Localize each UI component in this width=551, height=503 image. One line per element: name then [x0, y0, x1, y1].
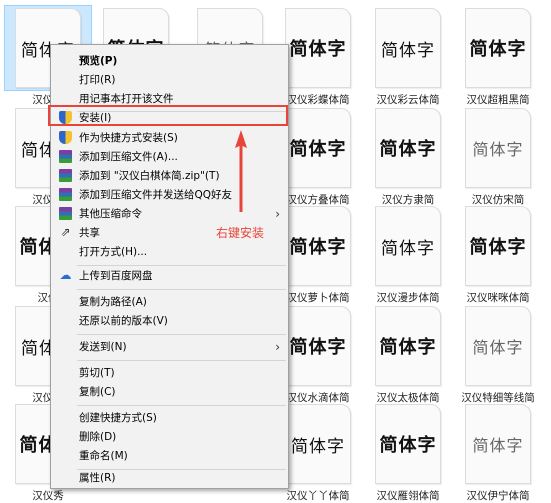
font-preview-thumbnail: 简体字 [465, 8, 531, 88]
chevron-right-icon: › [275, 207, 280, 221]
font-file-tile[interactable]: 简体字 汉仪漫步体简 [365, 204, 451, 305]
menu-item-cut[interactable]: 剪切(T) [51, 363, 288, 383]
font-preview-thumbnail: 简体字 [285, 206, 351, 286]
font-file-tile[interactable]: 简体字 汉仪雁翎体简 [365, 402, 451, 503]
menu-item-add-archive[interactable]: 添加到压缩文件(A)... [51, 147, 288, 167]
file-name: 汉仪秀 [32, 490, 64, 502]
annotation-arrow-icon [235, 130, 247, 212]
menu-item-install-shortcut[interactable]: 作为快捷方式安装(S) [51, 128, 288, 148]
font-preview-thumbnail: 简体字 [465, 206, 531, 286]
menu-item-print[interactable]: 打印(R) [51, 70, 288, 90]
install-highlight-box [48, 105, 288, 126]
file-name: 汉仪伊宁体简 [466, 490, 530, 502]
font-preview-thumbnail: 简体字 [285, 8, 351, 88]
share-icon: ⇗ [60, 225, 71, 239]
font-preview-thumbnail: 简体字 [465, 404, 531, 484]
menu-item-copy-path[interactable]: 复制为路径(A) [51, 292, 288, 312]
font-preview-thumbnail: 简体字 [465, 108, 531, 188]
font-file-tile[interactable]: 简体字 汉仪咪咪体简 [455, 204, 541, 305]
menu-item-add-zip[interactable]: 添加到 "汉仪白棋体简.zip"(T) [51, 166, 288, 186]
winrar-icon [59, 150, 72, 163]
menu-separator [77, 334, 286, 335]
menu-item-add-send-qq[interactable]: 添加到压缩文件并发送给QQ好友 [51, 185, 288, 205]
font-preview-thumbnail: 简体字 [375, 206, 441, 286]
menu-item-copy[interactable]: 复制(C) [51, 382, 288, 402]
menu-item-baidu-upload[interactable]: ☁ 上传到百度网盘 [51, 266, 288, 286]
winrar-icon [59, 169, 72, 182]
font-preview-thumbnail: 简体字 [375, 404, 441, 484]
font-file-tile[interactable]: 简体字 汉仪仿宋简 [455, 106, 541, 207]
menu-item-preview[interactable]: 预览(P) [51, 51, 288, 71]
file-name: 汉仪雁翎体简 [376, 490, 440, 502]
font-file-tile[interactable]: 简体字 汉仪特细等线简 [455, 304, 541, 405]
font-file-tile[interactable]: 简体字 汉仪伊宁体简 [455, 402, 541, 503]
file-name: 汉仪超粗黑简 [466, 94, 530, 106]
menu-item-delete[interactable]: 删除(D) [51, 427, 288, 447]
font-file-tile[interactable]: 简体字 汉仪方隶简 [365, 106, 451, 207]
font-preview-thumbnail: 简体字 [285, 404, 351, 484]
file-name: 汉仪丫丫体简 [286, 490, 350, 502]
chevron-right-icon: › [275, 340, 280, 354]
file-name: 汉仪彩云体简 [376, 94, 440, 106]
cloud-icon: ☁ [59, 268, 72, 282]
menu-item-restore-versions[interactable]: 还原以前的版本(V) [51, 311, 288, 331]
font-file-tile[interactable]: 简体字 汉仪彩云体简 [365, 6, 451, 107]
font-file-tile[interactable]: 简体字 汉仪太极体简 [365, 304, 451, 405]
font-preview-thumbnail: 简体字 [375, 8, 441, 88]
file-name: 汉仪咪咪体简 [466, 292, 530, 304]
menu-separator [77, 405, 286, 406]
menu-separator [77, 360, 286, 361]
menu-item-send-to[interactable]: 发送到(N) › [51, 337, 288, 357]
shield-icon [59, 131, 72, 144]
menu-item-open-with[interactable]: 打开方式(H)... [51, 242, 288, 262]
menu-item-rename[interactable]: 重命名(M) [51, 446, 288, 466]
font-preview-thumbnail: 简体字 [465, 306, 531, 386]
file-name: 汉仪漫步体简 [376, 292, 440, 304]
font-preview-thumbnail: 简体字 [285, 306, 351, 386]
font-preview-thumbnail: 简体字 [375, 108, 441, 188]
winrar-icon [59, 207, 72, 220]
menu-item-create-shortcut[interactable]: 创建快捷方式(S) [51, 408, 288, 428]
annotation-label: 右键安装 [216, 226, 265, 240]
font-preview-thumbnail: 简体字 [375, 306, 441, 386]
winrar-icon [59, 188, 72, 201]
font-file-tile[interactable]: 简体字 汉仪超粗黑简 [455, 6, 541, 107]
menu-separator [77, 289, 286, 290]
menu-item-properties[interactable]: 属性(R) [51, 468, 288, 488]
font-preview-thumbnail: 简体字 [285, 108, 351, 188]
menu-item-other-compress[interactable]: 其他压缩命令 › [51, 204, 288, 224]
